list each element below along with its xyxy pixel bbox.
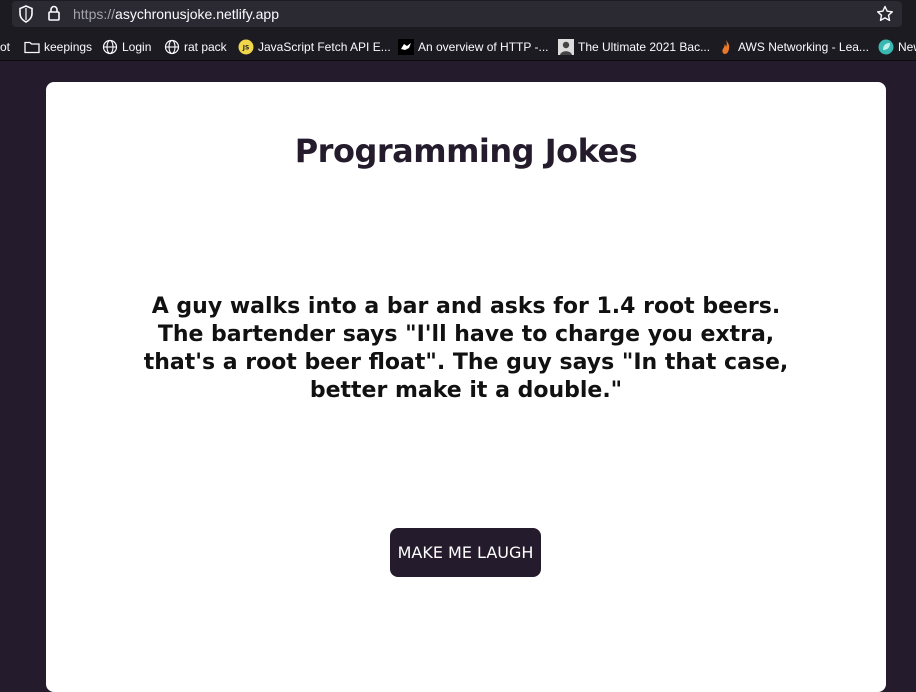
bookmark-http-overview[interactable]: An overview of HTTP -...: [398, 38, 548, 56]
svg-text:JS: JS: [242, 45, 250, 52]
bookmark-label: JavaScript Fetch API E...: [258, 40, 391, 54]
shield-icon[interactable]: [18, 5, 34, 28]
bookmark-label: AWS Networking - Lea...: [738, 40, 869, 54]
bookmark-javascript-fetch[interactable]: JS JavaScript Fetch API E...: [238, 38, 391, 56]
bookmark-label: keepings: [44, 40, 93, 54]
bookmark-ultimate-2021[interactable]: The Ultimate 2021 Bac...: [558, 38, 710, 56]
fire-icon: [718, 39, 734, 55]
bookmark-aws-networking[interactable]: AWS Networking - Lea...: [718, 38, 869, 56]
folder-icon: [24, 39, 40, 55]
bookmark-login[interactable]: Login: [102, 38, 151, 56]
globe-icon: [164, 39, 180, 55]
mdn-icon: [398, 39, 414, 55]
globe-icon: [102, 39, 118, 55]
bookmark-label: rat pack: [184, 40, 227, 54]
bookmark-star-icon[interactable]: [876, 5, 894, 28]
portrait-icon: [558, 39, 574, 55]
bookmark-label: New: [898, 40, 916, 54]
page-title: Programming Jokes: [294, 132, 638, 170]
bookmarks-toolbar: ot keepings Login rat pack JS JavaScript…: [0, 31, 916, 61]
lock-icon[interactable]: [47, 4, 61, 27]
bookmark-label: Login: [122, 40, 152, 54]
joke-card: Programming Jokes A guy walks into a bar…: [46, 82, 886, 692]
bookmark-label: ot: [0, 40, 11, 54]
bookmark-label: An overview of HTTP -...: [418, 40, 549, 54]
address-bar[interactable]: https://asychronusjoke.netlify.app: [12, 1, 902, 27]
bookmark-item-truncated[interactable]: ot: [0, 38, 10, 56]
url-text[interactable]: https://asychronusjoke.netlify.app: [73, 6, 279, 22]
bookmark-folder-keepings[interactable]: keepings: [24, 38, 92, 56]
browser-toolbar: https://asychronusjoke.netlify.app: [0, 0, 916, 31]
bookmark-label: The Ultimate 2021 Bac...: [578, 40, 711, 54]
js-icon: JS: [238, 39, 254, 55]
url-scheme: https://: [73, 6, 116, 22]
url-host: asychronusjoke.netlify.app: [115, 6, 279, 22]
joke-text: A guy walks into a bar and asks for 1.4 …: [143, 294, 789, 403]
bookmark-new[interactable]: New: [878, 38, 916, 56]
bookmark-rat-pack[interactable]: rat pack: [164, 38, 227, 56]
make-me-laugh-button[interactable]: MAKE ME LAUGH: [390, 528, 541, 577]
leaf-icon: [878, 39, 894, 55]
